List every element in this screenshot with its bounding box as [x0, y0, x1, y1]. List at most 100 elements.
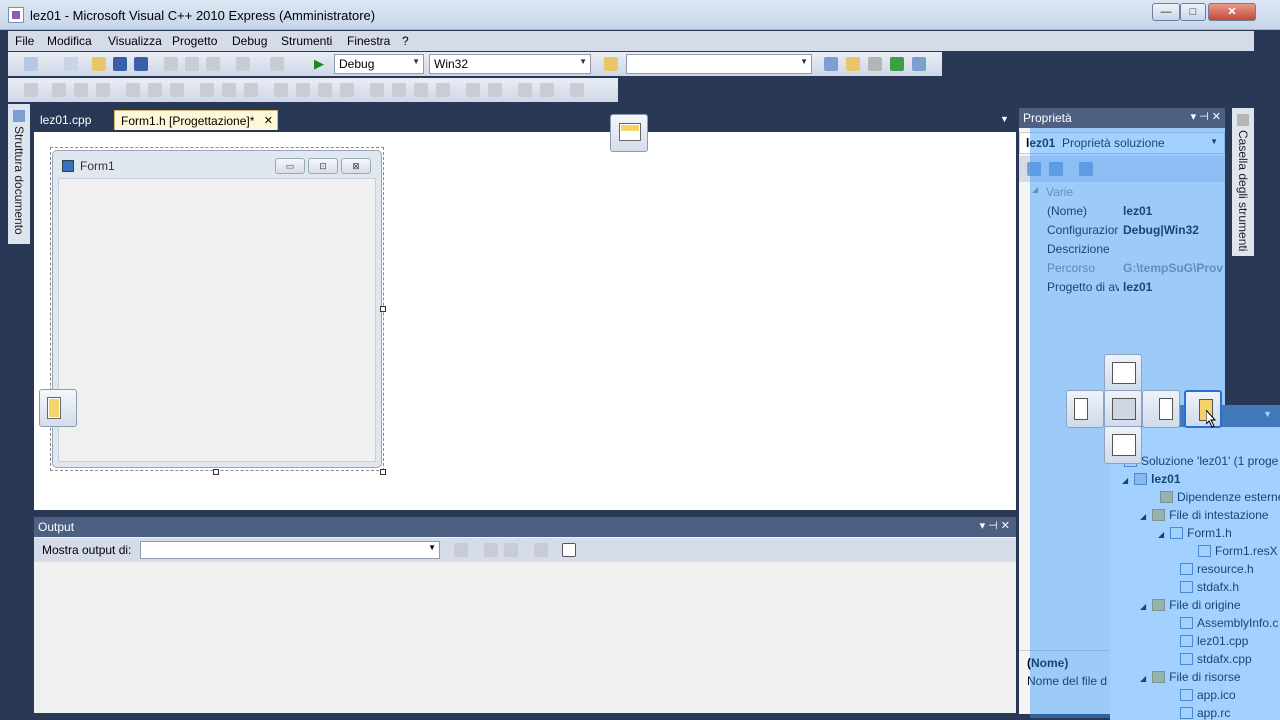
menu-visualizza[interactable]: Visualizza: [108, 34, 162, 48]
toolbox-icon: [1237, 114, 1249, 126]
decrease-vertical-spacing-icon[interactable]: [414, 83, 428, 97]
align-lefts-icon[interactable]: [52, 83, 66, 97]
configuration-select[interactable]: Debug ▼: [334, 54, 424, 74]
dock-cross-left[interactable]: [1066, 390, 1104, 428]
align-bottoms-icon[interactable]: [170, 83, 184, 97]
clear-all-icon[interactable]: [534, 543, 548, 557]
chevron-down-icon: ▼: [428, 543, 436, 552]
align-rights-icon[interactable]: [96, 83, 110, 97]
vertical-spacing-icon[interactable]: [370, 83, 384, 97]
add-item-icon[interactable]: [64, 57, 78, 71]
tab-label: lez01.cpp: [40, 113, 92, 127]
menu-help[interactable]: ?: [402, 34, 409, 48]
dock-cross-center[interactable]: [1104, 390, 1142, 428]
menu-file[interactable]: File: [15, 34, 34, 48]
save-icon[interactable]: [113, 57, 127, 71]
previous-message-icon[interactable]: [484, 543, 498, 557]
find-combo[interactable]: ▼: [626, 54, 812, 74]
make-same-height-icon[interactable]: [222, 83, 236, 97]
minimize-button[interactable]: —: [1152, 3, 1180, 21]
align-tops-icon[interactable]: [126, 83, 140, 97]
make-same-size-icon[interactable]: [244, 83, 258, 97]
align-to-grid-icon[interactable]: [24, 83, 38, 97]
close-button[interactable]: ✕: [1208, 3, 1256, 21]
dock-top-icon: [619, 123, 641, 141]
redo-icon[interactable]: [270, 57, 284, 71]
document-outline-strip[interactable]: Struttura documento: [8, 104, 30, 244]
save-all-icon[interactable]: [134, 57, 148, 71]
remove-horizontal-spacing-icon[interactable]: [340, 83, 354, 97]
platform-value: Win32: [434, 57, 469, 71]
send-to-back-icon[interactable]: [540, 83, 554, 97]
align-middles-icon[interactable]: [148, 83, 162, 97]
undo-icon[interactable]: [236, 57, 250, 71]
dock-center-icon: [1112, 398, 1136, 420]
platform-select[interactable]: Win32 ▼: [429, 54, 591, 74]
properties-title: Proprietà: [1023, 111, 1072, 125]
paste-icon[interactable]: [206, 57, 220, 71]
form-client-area[interactable]: [58, 178, 376, 462]
resize-handle-bottom[interactable]: [213, 469, 219, 475]
output-source-select[interactable]: ▼: [140, 541, 440, 559]
maximize-button[interactable]: □: [1180, 3, 1206, 21]
dock-right-icon: [1159, 398, 1173, 420]
extension-manager-icon[interactable]: [912, 57, 926, 71]
dock-cross-top[interactable]: [1104, 354, 1142, 392]
dock-left-icon: [47, 397, 61, 419]
find-in-files-icon[interactable]: [604, 57, 618, 71]
dock-guide-right[interactable]: [1184, 390, 1222, 428]
find-message-icon[interactable]: [454, 543, 468, 557]
center-vertically-icon[interactable]: [488, 83, 502, 97]
open-file-icon[interactable]: [92, 57, 106, 71]
dock-cross-bottom[interactable]: [1104, 426, 1142, 464]
form-close-button: ⊠: [341, 158, 371, 174]
output-window-controls[interactable]: ▾ ⊣ ✕: [980, 519, 1010, 532]
tabs-dropdown-icon[interactable]: ▼: [1000, 114, 1009, 124]
properties-window-controls[interactable]: ▾ ⊣ ✕: [1191, 110, 1221, 123]
remove-vertical-spacing-icon[interactable]: [436, 83, 450, 97]
document-tabs: lez01.cpp Form1.h [Progettazione]* ✕: [34, 108, 1014, 132]
dock-guide-top[interactable]: [610, 114, 648, 152]
properties-window-icon[interactable]: [846, 57, 860, 71]
tab-label: Form1.h [Progettazione]*: [121, 114, 255, 128]
horizontal-spacing-icon[interactable]: [274, 83, 288, 97]
menu-modifica[interactable]: Modifica: [47, 34, 92, 48]
menu-progetto[interactable]: Progetto: [172, 34, 217, 48]
bring-to-front-icon[interactable]: [518, 83, 532, 97]
decrease-horizontal-spacing-icon[interactable]: [318, 83, 332, 97]
dock-bottom-icon: [1112, 434, 1136, 456]
output-title: Output: [38, 520, 75, 534]
form-icon: [62, 160, 74, 172]
menu-strumenti[interactable]: Strumenti: [281, 34, 332, 48]
solution-explorer-icon[interactable]: [824, 57, 838, 71]
toolbox-strip[interactable]: Casella degli strumenti: [1232, 108, 1254, 256]
dock-guide-left[interactable]: [39, 389, 77, 427]
menu-finestra[interactable]: Finestra: [347, 34, 390, 48]
tab-lez01-cpp[interactable]: lez01.cpp: [34, 110, 97, 130]
cut-icon[interactable]: [164, 57, 178, 71]
close-tab-icon[interactable]: ✕: [264, 114, 273, 127]
properties-header: Proprietà ▾ ⊣ ✕: [1019, 108, 1225, 128]
increase-vertical-spacing-icon[interactable]: [392, 83, 406, 97]
resize-handle-right[interactable]: [380, 306, 386, 312]
chevron-down-icon: ▼: [412, 57, 420, 66]
resize-handle-corner[interactable]: [380, 469, 386, 475]
toolbox-icon[interactable]: [868, 57, 882, 71]
start-page-icon[interactable]: [890, 57, 904, 71]
align-centers-icon[interactable]: [74, 83, 88, 97]
start-debugging-icon[interactable]: ▶: [314, 57, 328, 71]
document-outline-icon: [13, 110, 25, 122]
dock-left-icon: [1074, 398, 1088, 420]
new-project-icon[interactable]: [24, 57, 38, 71]
copy-icon[interactable]: [185, 57, 199, 71]
word-wrap-icon[interactable]: [562, 543, 576, 557]
tab-order-icon[interactable]: [570, 83, 584, 97]
tab-form1-designer[interactable]: Form1.h [Progettazione]* ✕: [114, 110, 278, 130]
make-same-width-icon[interactable]: [200, 83, 214, 97]
window-title: lez01 - Microsoft Visual C++ 2010 Expres…: [30, 8, 376, 23]
center-horizontally-icon[interactable]: [466, 83, 480, 97]
increase-horizontal-spacing-icon[interactable]: [296, 83, 310, 97]
next-message-icon[interactable]: [504, 543, 518, 557]
menu-debug[interactable]: Debug: [232, 34, 267, 48]
dock-cross-right[interactable]: [1142, 390, 1180, 428]
